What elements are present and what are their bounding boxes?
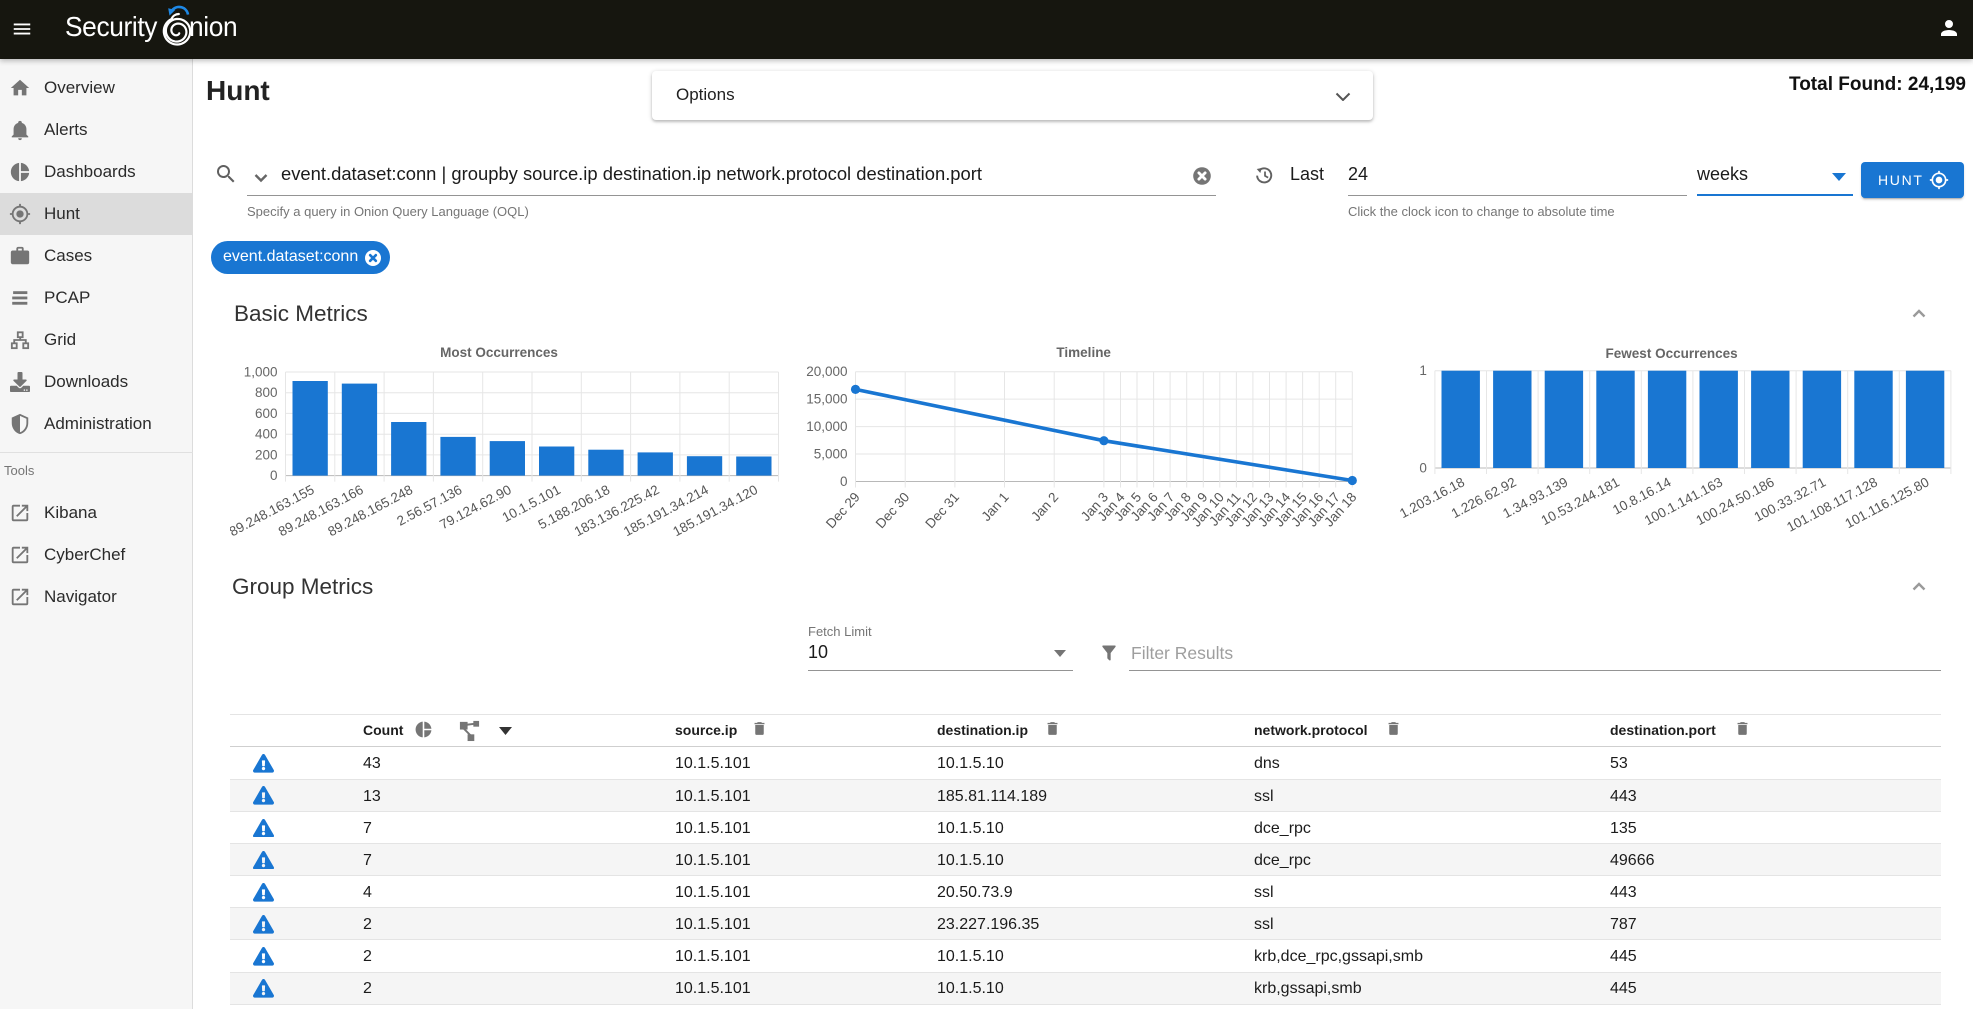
svg-text:200: 200 — [255, 447, 278, 462]
svg-text:600: 600 — [255, 406, 278, 421]
svg-text:101.108.117.128: 101.108.117.128 — [1784, 474, 1880, 534]
svg-text:1,000: 1,000 — [244, 365, 278, 380]
svg-text:0: 0 — [1419, 461, 1427, 476]
svg-text:1: 1 — [1419, 363, 1427, 378]
svg-text:800: 800 — [255, 385, 278, 400]
svg-text:Timeline: Timeline — [1056, 345, 1111, 360]
svg-text:5,000: 5,000 — [814, 447, 848, 462]
svg-text:Jan 2: Jan 2 — [1028, 489, 1061, 524]
svg-text:0: 0 — [840, 474, 848, 489]
svg-text:Dec 29: Dec 29 — [823, 489, 863, 531]
svg-text:15,000: 15,000 — [806, 392, 847, 407]
svg-text:Fewest Occurrences: Fewest Occurrences — [1606, 346, 1738, 361]
svg-text:10,000: 10,000 — [806, 419, 847, 434]
svg-text:Jan 1: Jan 1 — [978, 489, 1011, 524]
svg-text:0: 0 — [270, 468, 278, 483]
svg-text:20,000: 20,000 — [806, 364, 847, 379]
svg-text:Dec 31: Dec 31 — [922, 489, 962, 531]
svg-text:185.191.34.120: 185.191.34.120 — [670, 482, 760, 539]
svg-text:Dec 30: Dec 30 — [873, 489, 913, 531]
svg-text:Most Occurrences: Most Occurrences — [440, 345, 558, 360]
svg-text:400: 400 — [255, 427, 278, 442]
